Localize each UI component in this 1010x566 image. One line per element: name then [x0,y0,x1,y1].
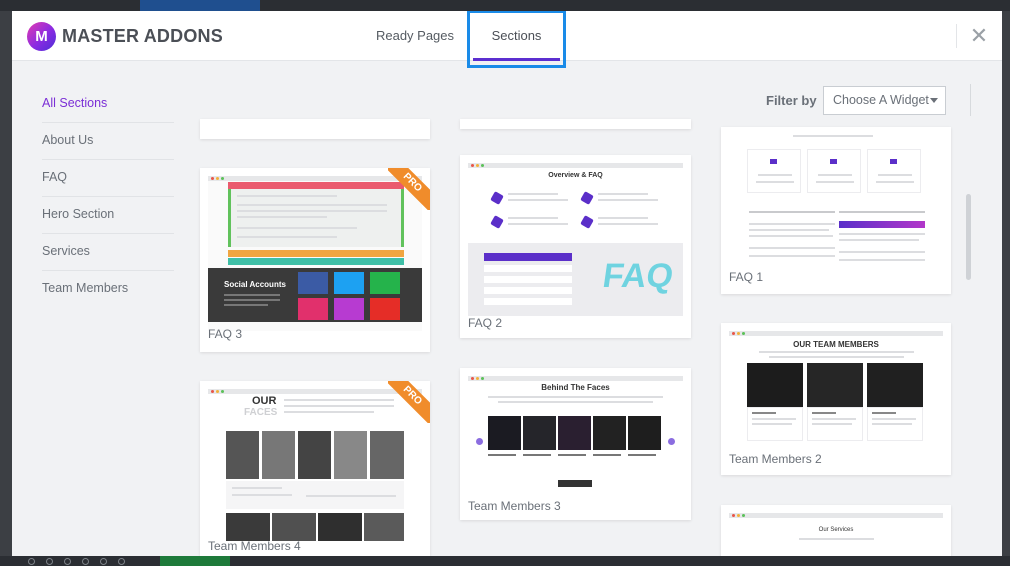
filter-divider [970,84,971,116]
tab-ready-pages[interactable]: Ready Pages [362,11,468,61]
template-card-team-members-4[interactable]: OUR FACES PRO Team Members 4 [200,381,430,556]
overview-faq-heading: Overview & FAQ [548,172,603,179]
preview-chrome [729,331,943,336]
facebook-tile [298,272,328,294]
editor-toolbar-strip [140,0,260,11]
services-preview: Our Services [729,513,943,556]
editor-icon [64,558,71,565]
template-card[interactable] [200,119,430,139]
active-tab-indicator [473,58,560,61]
template-card-faq-2[interactable]: Overview & FAQ FAQ FAQ 2 [460,155,691,338]
sidebar-item-services[interactable]: Services [42,234,174,271]
instagram-tile [334,298,364,320]
pro-badge-label: PRO [388,381,430,423]
pro-badge-label: PRO [388,168,430,210]
sidebar-item-hero-section[interactable]: Hero Section [42,197,174,234]
whatsapp-tile [370,272,400,294]
editor-icon [82,558,89,565]
faq-2-preview: Overview & FAQ FAQ [468,163,683,316]
accordion-bar [228,250,404,257]
editor-backdrop-bottom [0,556,1010,566]
filter-selected-value: Choose A Widget [833,93,929,107]
sidebar-item-faq[interactable]: FAQ [42,160,174,197]
template-card-team-members-2[interactable]: OUR TEAM MEMBERS Team Members 2 [721,323,951,475]
pro-badge: PRO [388,168,430,210]
card-title: Team Members 2 [729,452,822,466]
faq-art-text: FAQ [600,257,676,295]
behind-the-faces-heading: Behind The Faces [541,383,610,392]
master-addons-logo-icon: M [27,22,56,51]
chevron-down-icon [930,98,938,103]
accordion-open-panel [228,189,404,247]
template-card-services[interactable]: Our Services [721,505,951,556]
sidebar-item-about-us[interactable]: About Us [42,123,174,160]
our-faces-heading: OUR [252,395,277,407]
grid-scrollbar[interactable] [966,194,971,280]
faq-illustration-area: FAQ [468,243,683,316]
preview-chrome [729,513,943,518]
accordion-bar [228,258,404,265]
social-accounts-heading: Social Accounts [224,280,286,289]
faces-subheading: FACES [244,407,278,418]
editor-icon [118,558,125,565]
card-title: FAQ 2 [468,316,503,330]
editor-publish-button [160,556,230,566]
sidebar-item-all-sections[interactable]: All Sections [42,86,174,123]
template-card-faq-1[interactable]: FAQ 1 [721,127,951,294]
faq-1-preview [729,135,943,271]
template-card-team-members-3[interactable]: Behind The Faces Team Members 3 [460,368,691,520]
category-sidebar: All Sections About Us FAQ Hero Section S… [42,86,174,308]
preview-chrome [468,163,683,168]
filter-label: Filter by [766,93,817,108]
our-services-heading: Our Services [818,527,854,533]
card-title: Team Members 3 [468,499,561,513]
card-title: Team Members 4 [208,539,301,553]
preview-chrome [468,376,683,381]
close-icon[interactable]: ✕ [967,24,991,48]
tab-sections[interactable]: Sections [468,11,565,61]
pro-badge: PRO [388,381,430,423]
modal-header: M MASTER ADDONS Ready Pages Sections ✕ [12,11,1002,61]
twitter-tile [334,272,364,294]
card-title: FAQ 1 [729,270,764,284]
dribbble-tile [298,298,328,320]
widget-filter-select[interactable]: Choose A Widget [823,86,946,115]
sidebar-item-team-members[interactable]: Team Members [42,271,174,308]
editor-icon [28,558,35,565]
header-divider [956,24,957,48]
template-card[interactable] [460,119,691,129]
editor-backdrop-top [0,0,1010,11]
template-library-modal: M MASTER ADDONS Ready Pages Sections ✕ A… [12,11,1002,556]
brand-title: MASTER ADDONS [62,26,223,46]
our-team-members-heading: OUR TEAM MEMBERS [793,340,879,349]
editor-icon [100,558,107,565]
social-accounts-block: Social Accounts [208,268,422,322]
editor-icon [46,558,53,565]
tab-sections-label: Sections [491,28,542,43]
card-title: FAQ 3 [208,327,243,341]
team-members-3-preview: Behind The Faces [468,376,683,498]
template-card-faq-3[interactable]: Social Accounts PRO FAQ 3 [200,168,430,352]
accordion-bar [228,182,404,189]
team-members-2-preview: OUR TEAM MEMBERS [729,331,943,453]
youtube-tile [370,298,400,320]
